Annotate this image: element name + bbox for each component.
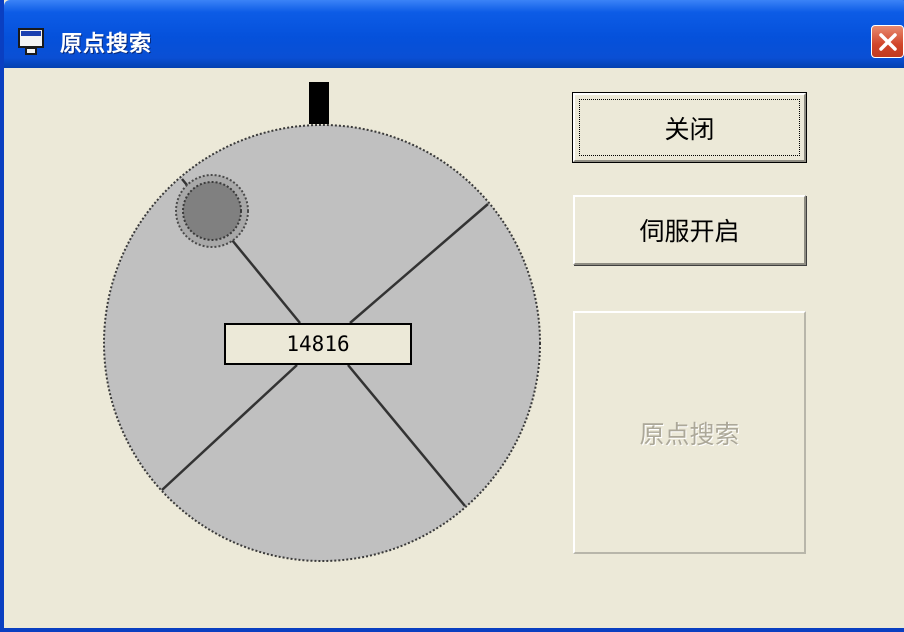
client-area: 14816 关闭 伺服开启 原点搜索: [8, 68, 904, 628]
close-x-icon: [878, 32, 897, 51]
title-bar[interactable]: 原点搜索: [4, 0, 904, 68]
window-title: 原点搜索: [60, 32, 153, 57]
servo-on-button[interactable]: 伺服开启: [573, 195, 806, 265]
home-search-button-label: 原点搜索: [639, 419, 740, 449]
close-window-button[interactable]: [871, 25, 904, 58]
home-search-button[interactable]: 原点搜索: [573, 311, 806, 554]
search-origin-window: 原点搜索 14816 关闭 伺服开启 原点搜索: [0, 0, 904, 632]
servo-on-button-label: 伺服开启: [639, 217, 740, 246]
dial-marker-inner: [182, 181, 242, 241]
close-button[interactable]: 关闭: [572, 92, 807, 163]
focus-rectangle: [579, 99, 800, 156]
app-window-icon: [18, 28, 44, 55]
dial-pointer: [309, 82, 329, 124]
position-value-display: 14816: [224, 323, 412, 365]
